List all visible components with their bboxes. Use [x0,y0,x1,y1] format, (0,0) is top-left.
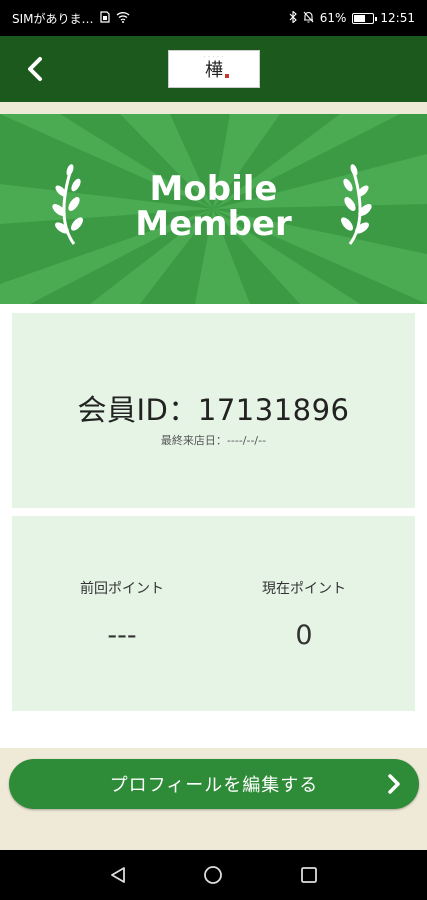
previous-points-value: --- [107,620,137,651]
logo-character: 樺 [205,60,223,81]
carrier-text: SIMがありま… [12,11,94,26]
chevron-right-icon [388,774,400,794]
banner-title-line1: Mobile [149,169,278,209]
banner-title-line2: Member [135,204,292,244]
edit-profile-label: プロフィールを編集する [109,775,319,796]
status-bar: SIMがありま… 61% 12:51 [0,0,427,36]
current-points-value: 0 [295,620,313,651]
last-visit-date: 最終来店日：----/--/-- [160,434,267,447]
chevron-left-icon [28,57,42,81]
brand-logo: · · · · · 樺 [168,50,260,88]
logo-seal [225,74,229,78]
edit-profile-button[interactable]: プロフィールを編集する [9,759,419,809]
previous-points-label: 前回ポイント [80,581,164,597]
nav-home-button[interactable] [198,860,228,890]
nav-recents-button[interactable] [294,860,324,890]
clock-time: 12:51 [380,11,415,25]
previous-points: 前回ポイント --- [22,578,222,651]
wifi-icon [116,11,130,25]
banner-title: Mobile Member [0,172,427,242]
circle-home-icon [204,866,223,884]
system-nav-bar [0,850,427,900]
status-left: SIMがありま… [12,10,130,27]
logo-subtext: · · · · · [203,54,225,59]
member-id-value: 17131896 [197,393,350,427]
bluetooth-icon [289,10,297,25]
battery-percent: 61% [319,11,347,25]
status-right: 61% 12:51 [289,10,415,25]
current-points: 現在ポイント 0 [204,578,404,651]
app-header: · · · · · 樺 [0,36,427,102]
sim-card-icon [99,11,110,25]
mute-bell-icon [303,11,314,25]
square-recents-icon [301,867,318,883]
back-button[interactable] [18,52,52,86]
member-id: 会員ID：17131896 [0,387,427,429]
current-points-label: 現在ポイント [262,581,346,597]
nav-back-button[interactable] [103,860,133,890]
battery-icon [352,12,378,24]
triangle-back-icon [110,867,125,883]
member-id-label: 会員ID： [77,393,198,427]
